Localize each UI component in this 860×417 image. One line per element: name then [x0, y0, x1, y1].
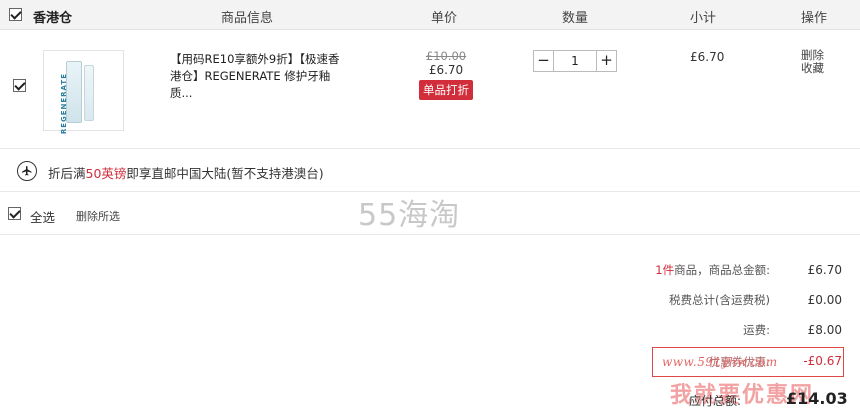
- cart-header: 香港仓 商品信息 单价 数量 小计 操作: [0, 0, 860, 30]
- select-all-label[interactable]: 全选: [30, 207, 55, 226]
- quantity-increase-button[interactable]: +: [596, 51, 616, 71]
- summary-shipping-label: 运费:: [743, 323, 770, 337]
- item-select-checkbox[interactable]: [13, 79, 26, 92]
- summary-coupon-value: -£0.67: [803, 354, 842, 368]
- shipping-text-prefix: 折后满: [48, 166, 86, 181]
- watermark-url: www.591yhw.com: [662, 355, 778, 369]
- quantity-decrease-button[interactable]: −: [534, 51, 554, 71]
- discount-badge: 单品打折: [419, 80, 473, 100]
- shipping-threshold-amount: 50英镑: [85, 166, 127, 181]
- summary-item-count: 1件: [655, 263, 675, 277]
- product-image-brand-text: REGENERATE: [60, 73, 68, 135]
- summary-tax-value: £0.00: [807, 293, 842, 307]
- price-block: £10.00 £6.70 单品打折: [415, 49, 477, 100]
- select-all-checkbox[interactable]: [8, 207, 21, 220]
- summary-goods-label: 1件商品，商品总金额:: [655, 262, 770, 278]
- quantity-stepper: − 1 +: [533, 50, 617, 72]
- product-tube-secondary-image: [84, 65, 94, 121]
- product-title-link[interactable]: 【用码RE10享额外9折】【极速香港仓】REGENERATE 修护牙釉质...: [170, 51, 350, 102]
- product-tube-image: [66, 61, 82, 123]
- column-subtotal: 小计: [690, 11, 717, 26]
- column-quantity: 数量: [562, 11, 589, 26]
- warehouse-name: 香港仓: [33, 11, 73, 26]
- current-price: £6.70: [428, 63, 464, 77]
- shipping-threshold-text: 折后满50英镑即享直邮中国大陆(暂不支持港澳台): [48, 163, 324, 182]
- summary-goods-value: £6.70: [807, 263, 842, 277]
- summary-total-value: £14.03: [786, 389, 848, 408]
- airplane-icon: [17, 161, 37, 181]
- original-price: £10.00: [425, 49, 467, 63]
- column-actions: 操作: [801, 11, 828, 26]
- delete-selected-link[interactable]: 删除所选: [76, 208, 120, 224]
- summary-total-label: 应付总额:: [689, 394, 742, 408]
- shipping-notice: 折后满50英镑即享直邮中国大陆(暂不支持港澳台): [0, 150, 860, 192]
- warehouse-select-checkbox[interactable]: [9, 8, 22, 21]
- product-thumbnail[interactable]: REGENERATE: [43, 50, 124, 135]
- column-unit-price: 单价: [431, 11, 458, 26]
- summary-shipping-value: £8.00: [807, 323, 842, 337]
- summary-goods-text: 商品，商品总金额:: [674, 263, 770, 277]
- watermark-55haitao: 55海淘: [358, 198, 461, 233]
- column-product-info: 商品信息: [221, 11, 274, 26]
- collect-item-link[interactable]: 收藏: [801, 62, 824, 75]
- cart-item-row: REGENERATE 【用码RE10享额外9折】【极速香港仓】REGENERAT…: [0, 31, 860, 149]
- summary-tax-label: 税费总计(含运费税): [669, 293, 770, 307]
- shipping-text-suffix: 即享直邮中国大陆(暂不支持港澳台): [126, 166, 324, 181]
- quantity-input[interactable]: 1: [554, 51, 596, 71]
- item-subtotal: £6.70: [690, 50, 725, 64]
- item-actions: 删除 收藏: [801, 49, 824, 75]
